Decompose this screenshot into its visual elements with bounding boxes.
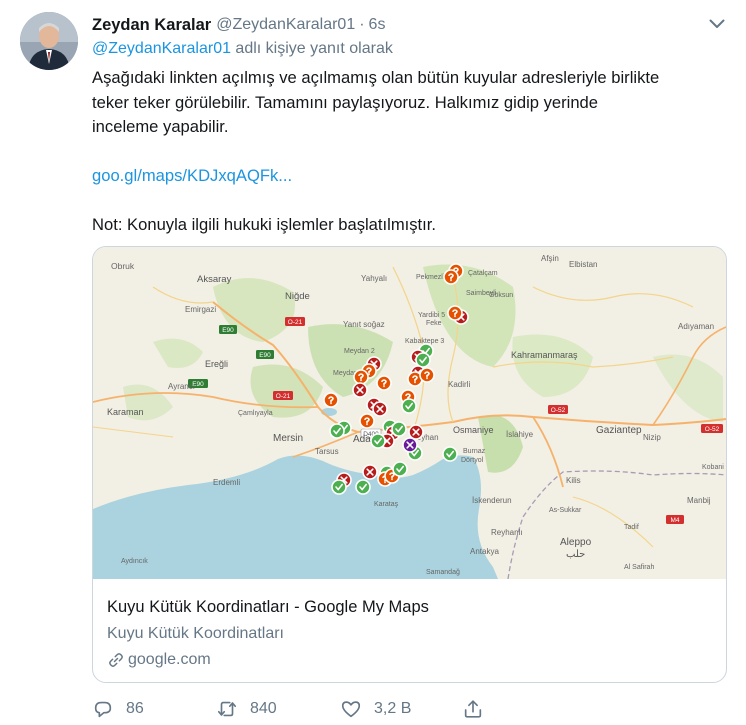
tweet-text-line: Aşağıdaki linkten açılmış ve açılmamış o…: [92, 68, 660, 87]
map-label: Niğde: [285, 291, 310, 302]
map-label: Samandağ: [426, 569, 460, 576]
map-marker-open: [415, 352, 431, 368]
map-label: Ereğli: [205, 359, 228, 369]
tweet-text-line: teker teker görülebilir. Tamamını paylaş…: [92, 92, 599, 112]
map-marker-open: [401, 398, 417, 414]
card-info: Kuyu Kütük Koordinatları - Google My Map…: [107, 595, 707, 673]
map-label: Mersin: [273, 433, 303, 444]
map-label: Ayrancı: [168, 382, 195, 391]
tweet-header: Zeydan Karalar @ZeydanKaralar01 · 6s: [92, 14, 385, 36]
map-label: Kadirli: [448, 380, 470, 389]
map-label: Adıyaman: [678, 322, 714, 331]
heart-icon: [341, 701, 361, 718]
separator-dot: ·: [359, 16, 365, 33]
tweet-text-line: inceleme yapabilir.: [92, 117, 229, 136]
map-label: Meydan 2: [344, 348, 375, 355]
map-label: Dörtyol: [461, 457, 484, 464]
map-label: حلب: [566, 549, 585, 560]
map-label: Yardibi 5: [418, 312, 445, 319]
map-label: Pekmezli: [416, 274, 445, 281]
more-options-button[interactable]: [706, 14, 728, 34]
map-label: Emirgazi: [185, 305, 216, 314]
map-marker-open: [392, 461, 408, 477]
map-label: Çatalçam: [468, 270, 498, 277]
map-label: Manbij: [687, 496, 711, 505]
map-label: Karataş: [374, 501, 399, 508]
map-label: Gaziantep: [596, 425, 642, 436]
map-marker-open: [329, 423, 345, 439]
retweet-count: 840: [250, 700, 277, 717]
card-domain-text: google.com: [128, 651, 211, 668]
map-label: Afşin: [541, 254, 559, 263]
map-label: M4: [670, 517, 679, 524]
reply-count: 86: [126, 700, 144, 717]
map-label: Yanıt soğaz: [343, 320, 385, 329]
map-label: İskenderun: [472, 496, 512, 505]
map-label: Aleppo: [560, 537, 592, 548]
map-label: Tarsus: [315, 447, 339, 456]
map-label: Yahyalı: [361, 274, 387, 283]
map-preview-image[interactable]: E90 E90 O-21 O-21 E90 O-52 O-52 M4 D400 …: [93, 247, 726, 580]
reply-button[interactable]: 86: [92, 696, 144, 722]
tweet-text: Aşağıdaki linkten açılmış ve açılmamış o…: [92, 66, 732, 238]
map-label: Kahramanmaraş: [511, 350, 578, 360]
map-label: E90: [222, 327, 234, 334]
map-marker-open: [355, 479, 371, 495]
map-label: Karaman: [107, 407, 144, 417]
tweet-link[interactable]: goo.gl/maps/KDJxqAQFk...: [92, 164, 732, 189]
map-label: Al Safirah: [624, 564, 654, 571]
map-marker-open: [442, 446, 458, 462]
map-label: Göksun: [489, 292, 513, 299]
map-label: Elbistan: [569, 260, 597, 269]
map-label: Reyhanlı: [491, 528, 523, 537]
map-label: As-Sukkar: [549, 507, 582, 514]
card-domain: google.com: [107, 647, 707, 673]
retweet-button[interactable]: 840: [216, 696, 277, 722]
map-label: Kilis: [566, 476, 581, 485]
link-preview-card[interactable]: E90 E90 O-21 O-21 E90 O-52 O-52 M4 D400 …: [92, 246, 727, 683]
reply-icon: [94, 701, 112, 718]
map-label: Çamlıyayla: [238, 410, 273, 417]
tweet-actions: 86 840 3,2 B: [92, 696, 512, 722]
like-count: 3,2 B: [374, 700, 412, 717]
share-icon: [464, 700, 482, 718]
timestamp[interactable]: 6s: [369, 16, 386, 34]
map-marker-open: [391, 421, 407, 437]
card-description: Kuyu Kütük Koordinatları: [107, 625, 284, 642]
card-title: Kuyu Kütük Koordinatları - Google My Map…: [107, 598, 429, 616]
map-label: Aksaray: [197, 274, 232, 285]
map-label: Feke: [426, 320, 442, 327]
tweet: Zeydan Karalar @ZeydanKaralar01 · 6s @Ze…: [0, 0, 746, 725]
map-label: O-52: [551, 407, 566, 414]
map-label: Kobani: [702, 464, 724, 471]
map-label: Tadif: [624, 524, 639, 531]
map-label: Antakya: [470, 547, 499, 556]
map-label: O-21: [276, 393, 291, 400]
user-handle[interactable]: @ZeydanKaralar01: [216, 16, 355, 34]
map-label: Erdemli: [213, 478, 240, 487]
like-button[interactable]: 3,2 B: [340, 696, 411, 722]
map-label: O-52: [705, 426, 720, 433]
link-icon: [109, 653, 123, 667]
map-label: Osmaniye: [453, 425, 494, 435]
tweet-note: Not: Konuyla ilgili hukuki işlemler başl…: [92, 215, 436, 234]
avatar[interactable]: [20, 12, 78, 70]
reply-context: @ZeydanKaralar01 adlı kişiye yanıt olara…: [92, 40, 393, 58]
map-marker-open: [331, 479, 347, 495]
map-label: İslahiye: [506, 430, 534, 439]
map-label: E90: [259, 352, 271, 359]
map-label: Burnaz: [463, 448, 486, 455]
reply-suffix: adlı kişiye yanıt olarak: [230, 40, 393, 57]
chevron-down-icon: [709, 19, 725, 28]
retweet-icon: [217, 701, 237, 717]
map-label: O-21: [288, 319, 303, 326]
map-label: Aydıncık: [121, 558, 148, 565]
share-button[interactable]: [462, 696, 484, 722]
display-name[interactable]: Zeydan Karalar: [92, 16, 211, 35]
map-marker-open: [370, 433, 386, 449]
reply-mention-link[interactable]: @ZeydanKaralar01: [92, 40, 231, 57]
map-label: Obruk: [111, 261, 135, 271]
map-label: Nizip: [643, 433, 661, 442]
